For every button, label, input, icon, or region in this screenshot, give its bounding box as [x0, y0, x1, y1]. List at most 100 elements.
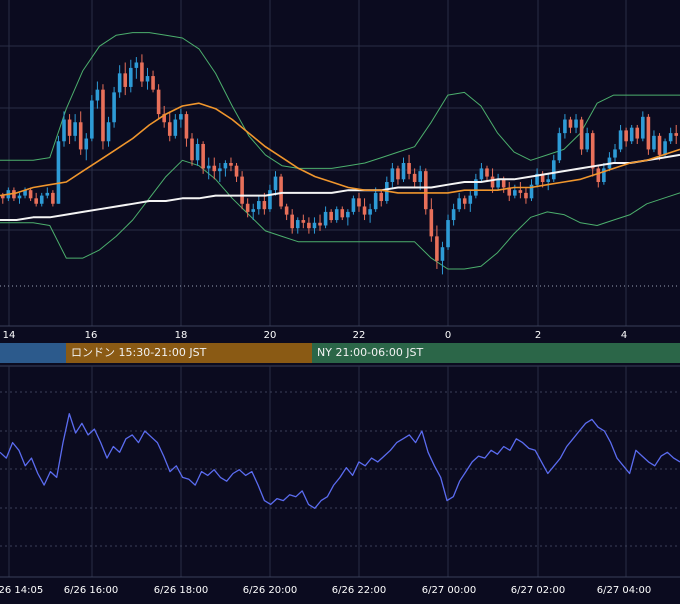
candle-body	[585, 133, 589, 150]
candle-body	[106, 122, 111, 142]
candle-body	[173, 119, 178, 136]
candle-body	[307, 222, 311, 229]
candle-body	[167, 122, 172, 136]
bollinger-lower-line	[0, 159, 680, 270]
candle-body	[156, 89, 161, 115]
osc-x-tick: 6/26 16:00	[64, 585, 118, 596]
candle-body	[551, 160, 556, 180]
candle-body	[379, 192, 384, 202]
candle-body	[579, 119, 584, 150]
candle-body	[179, 114, 183, 120]
candle-body	[357, 198, 361, 207]
candle-body	[256, 201, 261, 210]
slow-ma-line	[0, 153, 680, 221]
candle-body	[195, 143, 200, 161]
candle-body	[234, 165, 239, 177]
oscillator-line	[0, 413, 680, 509]
candle-body	[618, 130, 623, 150]
candle-body	[468, 195, 473, 204]
candle-body	[574, 119, 578, 128]
candle-body	[629, 127, 634, 142]
candle-body	[440, 247, 445, 261]
candle-body	[51, 192, 55, 204]
osc-x-tick: 6/26 20:00	[243, 585, 297, 596]
candle-body	[90, 100, 94, 139]
candle-body	[624, 130, 628, 142]
candle-body	[657, 135, 662, 155]
candle-body	[501, 179, 506, 188]
candle-body	[218, 168, 222, 172]
candle-body	[373, 192, 378, 210]
candle-body	[123, 73, 128, 87]
candle-body	[39, 195, 44, 204]
candle-body	[17, 195, 22, 199]
candle-body	[145, 76, 150, 82]
candle-body	[62, 119, 66, 142]
candle-body	[45, 192, 50, 196]
candle-body	[134, 62, 139, 68]
grid-layer	[0, 0, 680, 327]
candle-body	[262, 201, 267, 210]
session-label-ny: NY 21:00-06:00 JST	[317, 346, 424, 359]
candle-body	[462, 198, 467, 204]
osc-x-tick: 6/26 22:00	[332, 585, 386, 596]
candle-body	[641, 116, 645, 139]
oscillator-panel	[0, 365, 680, 578]
session-bar-london: ロンドン 15:30-21:00 JST	[66, 343, 312, 363]
candle-body	[318, 222, 322, 226]
candle-body	[479, 168, 484, 180]
osc-x-tick: 6/27 00:00	[422, 585, 476, 596]
osc-x-tick: 6/27 02:00	[511, 585, 565, 596]
candle-body	[485, 168, 489, 177]
candle-body	[67, 119, 72, 136]
osc-x-tick: 6/27 04:00	[597, 585, 651, 596]
oscillator-x-axis: 6/26 14:05 6/26 16:00 6/26 18:00 6/26 20:00…	[0, 585, 651, 596]
candle-body	[390, 168, 395, 183]
candle-body	[334, 209, 339, 221]
candle-body	[95, 89, 100, 101]
candle-body	[423, 171, 428, 210]
candle-body	[84, 138, 89, 150]
price-x-tick: 4	[621, 330, 627, 341]
candle-body	[184, 114, 189, 139]
candle-body	[613, 149, 617, 158]
candle-body	[418, 171, 423, 183]
candle-body	[635, 127, 640, 139]
candle-body	[524, 192, 528, 199]
candle-body	[251, 209, 256, 212]
candle-body	[368, 209, 372, 215]
candle-body	[117, 73, 122, 93]
candle-body	[201, 143, 205, 169]
candle-body	[229, 163, 233, 166]
candle-body	[646, 116, 651, 150]
price-x-tick: 16	[85, 330, 98, 341]
candle-body	[140, 62, 144, 82]
candle-body	[396, 168, 400, 180]
candle-body	[557, 133, 562, 161]
candle-body	[518, 190, 523, 193]
session-bar-tokyo	[0, 343, 66, 363]
candle-body	[284, 206, 289, 215]
price-x-tick: 0	[445, 330, 451, 341]
candle-body	[652, 135, 656, 150]
candle-body	[446, 220, 450, 248]
price-x-tick: 22	[353, 330, 366, 341]
candle-body	[340, 209, 345, 218]
candle-body	[401, 163, 406, 180]
price-x-axis: 14 16 18 20 22 0 2 4	[3, 330, 628, 341]
candle-body	[73, 122, 77, 136]
candle-body	[151, 76, 155, 90]
candle-body	[245, 203, 250, 212]
candle-body	[490, 176, 495, 188]
candle-body	[435, 236, 439, 261]
candle-body	[590, 133, 595, 169]
candle-body	[206, 165, 211, 169]
candle-body	[513, 190, 517, 196]
candle-body	[312, 222, 317, 229]
session-bar-ny: NY 21:00-06:00 JST	[312, 343, 680, 363]
candle-body	[546, 179, 551, 183]
osc-x-tick: 6/26 14:05	[0, 585, 43, 596]
candle-body	[128, 67, 133, 87]
candle-body	[301, 220, 306, 223]
candle-body	[268, 190, 272, 210]
